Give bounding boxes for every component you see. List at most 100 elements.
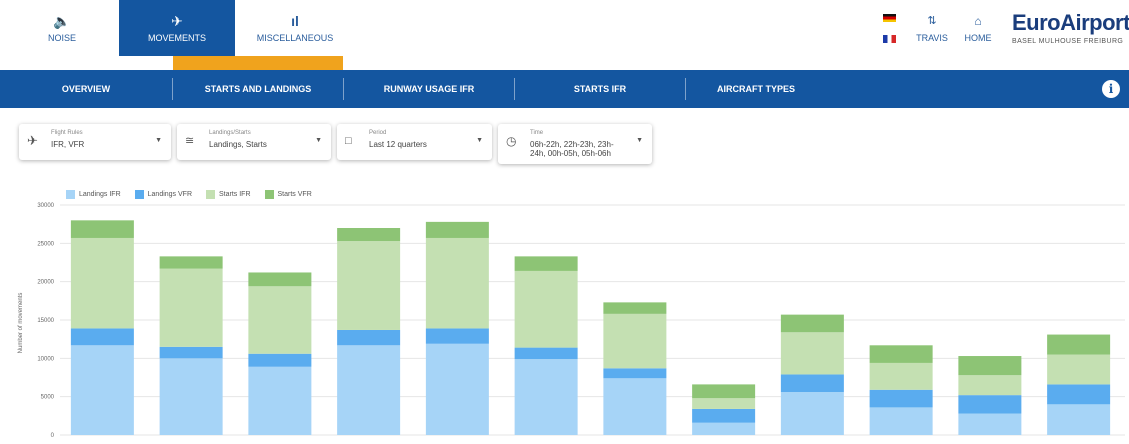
tab-runway-usage-ifr-label: RUNWAY USAGE IFR [383,84,475,94]
chevron-down-icon: ▼ [636,137,643,144]
nav-noise-label: NOISE [47,32,76,43]
airplane-icon: ✈ [171,12,183,29]
period-label: Period [369,130,387,136]
tab-overview-label: OVERVIEW [61,84,111,94]
nav-movements[interactable]: ✈ MOVEMENTS [119,0,235,56]
bar-segment-landings-vfr[interactable] [159,346,223,359]
bar-segment-landings-vfr[interactable] [958,395,1022,414]
tab-starts-and-landings-label: STARTS AND LANDINGS [204,84,312,94]
bar-segment-starts-vfr[interactable] [780,314,844,333]
y-tick-label: 10000 [37,356,54,362]
bar-segment-starts-vfr[interactable] [425,221,489,238]
bar-segment-starts-ifr[interactable] [1047,354,1111,385]
sub-navigation: OVERVIEW STARTS AND LANDINGS RUNWAY USAG… [0,70,1129,108]
bar-segment-starts-vfr[interactable] [337,228,401,242]
time-select[interactable]: ◷ Time 06h-22h, 22h-23h, 23h-24h, 00h-05… [498,124,652,164]
landing-icon: ≅ [185,135,195,147]
tab-overview[interactable]: OVERVIEW [0,70,172,108]
clock-icon: ◷ [506,134,517,148]
bar-segment-landings-ifr[interactable] [337,345,401,435]
bar-segment-landings-ifr[interactable] [425,343,489,435]
bar-segment-starts-vfr[interactable] [1047,334,1111,355]
period-select[interactable]: □ Period Last 12 quarters ▼ [337,124,492,160]
bar-segment-landings-ifr[interactable] [70,345,134,435]
bar-segment-starts-ifr[interactable] [248,286,312,354]
landings-starts-select[interactable]: ≅ Landings/Starts Landings, Starts ▼ [177,124,331,160]
home-icon: ⌂ [974,13,982,28]
chart-bars [70,220,1111,435]
bar-segment-landings-ifr[interactable] [692,422,756,435]
bar-segment-landings-vfr[interactable] [1047,384,1111,405]
landings-starts-value: Landings, Starts [209,140,267,149]
bar-segment-landings-ifr[interactable] [958,413,1022,435]
chevron-down-icon: ▼ [315,137,322,144]
chevron-down-icon: ▼ [155,137,162,144]
nav-noise[interactable]: 🔈 NOISE [22,0,102,56]
bar-segment-landings-vfr[interactable] [514,347,578,360]
bar-segment-landings-vfr[interactable] [337,329,401,346]
bar-segment-landings-vfr[interactable] [70,328,134,346]
bar-segment-starts-ifr[interactable] [780,332,844,375]
bar-segment-starts-ifr[interactable] [425,237,489,329]
nav-miscellaneous[interactable]: ıl MISCELLANEOUS [245,0,345,56]
bar-segment-landings-vfr[interactable] [603,368,667,379]
home-label: HOME [964,32,992,43]
bar-segment-starts-ifr[interactable] [692,398,756,409]
chevron-down-icon: ▼ [476,137,483,144]
bar-segment-landings-vfr[interactable] [425,328,489,344]
bar-segment-starts-ifr[interactable] [159,268,223,347]
bar-segment-starts-vfr[interactable] [159,256,223,269]
home-link[interactable]: ⌂ HOME [958,0,998,56]
bar-chart-icon: ıl [291,12,299,29]
bar-segment-landings-vfr[interactable] [692,408,756,423]
euroairport-logo[interactable]: EuroAirport BASEL MULHOUSE FREIBURG [1012,10,1129,50]
bar-segment-starts-vfr[interactable] [958,356,1022,376]
bar-segment-landings-vfr[interactable] [248,353,312,367]
bar-segment-landings-ifr[interactable] [514,359,578,435]
german-flag-icon[interactable] [883,14,896,22]
tab-starts-ifr[interactable]: STARTS IFR [515,70,685,108]
info-button[interactable]: i [1102,80,1120,98]
bar-segment-starts-vfr[interactable] [869,345,933,363]
stacked-bar-chart: 0 5000 10000 15000 20000 25000 30000 Number of… [18,203,1125,439]
y-tick-label: 25000 [37,241,54,247]
flight-rules-select[interactable]: ✈ Flight Rules IFR, VFR ▼ [19,124,171,160]
bar-segment-starts-vfr[interactable] [70,220,134,238]
y-axis: 0 5000 10000 15000 20000 25000 30000 [37,203,54,439]
bar-segment-starts-ifr[interactable] [337,241,401,330]
bar-segment-starts-vfr[interactable] [603,302,667,314]
tab-aircraft-types[interactable]: AIRCRAFT TYPES [686,70,826,108]
bar-segment-starts-ifr[interactable] [958,375,1022,396]
nav-miscellaneous-label: MISCELLANEOUS [256,32,334,43]
bar-segment-landings-ifr[interactable] [603,378,667,435]
travis-link[interactable]: ⇅ TRAVIS [912,0,952,56]
time-label: Time [530,130,544,136]
nav-movements-label: MOVEMENTS [147,32,206,43]
bar-segment-landings-ifr[interactable] [1047,404,1111,435]
bar-segment-starts-vfr[interactable] [248,272,312,287]
flight-rules-label: Flight Rules [51,130,83,136]
travis-label: TRAVIS [916,32,948,43]
bar-segment-landings-vfr[interactable] [869,389,933,408]
bar-segment-starts-ifr[interactable] [514,270,578,348]
bar-segment-starts-vfr[interactable] [692,384,756,399]
bar-segment-landings-ifr[interactable] [248,366,312,435]
bar-segment-starts-ifr[interactable] [603,313,667,369]
tab-runway-usage-ifr[interactable]: RUNWAY USAGE IFR [344,70,514,108]
bar-segment-landings-ifr[interactable] [159,358,223,435]
transfer-arrows-icon: ⇅ [927,14,937,27]
bar-segment-starts-ifr[interactable] [70,237,134,329]
flight-rules-value: IFR, VFR [51,140,85,149]
period-value: Last 12 quarters [369,140,427,149]
bar-segment-landings-vfr[interactable] [780,374,844,393]
bar-segment-starts-ifr[interactable] [869,362,933,390]
bar-segment-landings-ifr[interactable] [780,392,844,435]
french-flag-icon[interactable] [883,35,896,43]
bar-segment-starts-vfr[interactable] [514,256,578,271]
logo-text: EuroAirport [1012,10,1129,35]
bar-segment-landings-ifr[interactable] [869,407,933,435]
active-tab-indicator [173,56,343,70]
tab-starts-and-landings[interactable]: STARTS AND LANDINGS [173,70,343,108]
tab-aircraft-types-label: AIRCRAFT TYPES [716,84,795,94]
y-tick-label: 0 [51,433,55,439]
